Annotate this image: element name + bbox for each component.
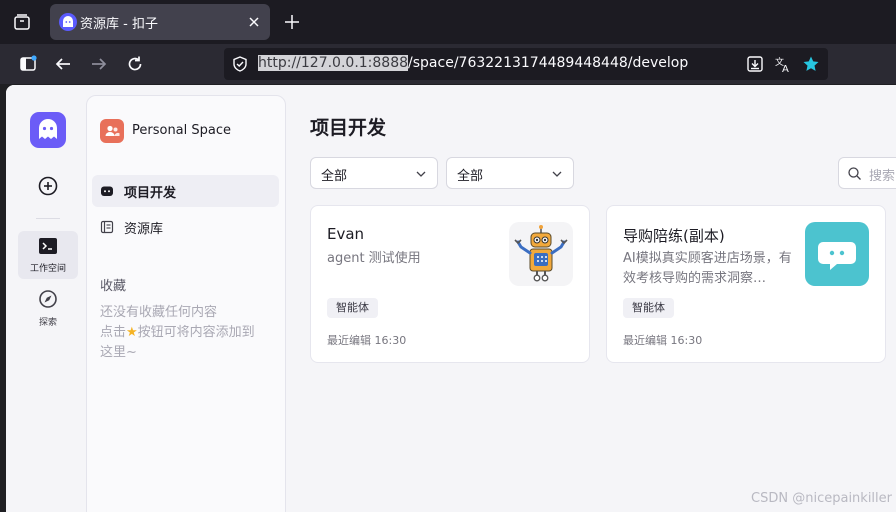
terminal-folder-icon bbox=[39, 238, 57, 254]
type-filter-value: 全部 bbox=[321, 169, 348, 184]
favorites-empty-line1: 还没有收藏任何内容 bbox=[100, 305, 218, 320]
favorites-empty-prefix: 点击 bbox=[100, 325, 127, 340]
compass-icon bbox=[39, 290, 57, 308]
download-page-icon[interactable] bbox=[746, 55, 764, 73]
create-plus-icon[interactable] bbox=[36, 174, 60, 198]
browser-tab-active[interactable]: 资源库 - 扣子 bbox=[50, 4, 270, 40]
robot-icon bbox=[509, 222, 573, 286]
bookmark-star-icon[interactable] bbox=[802, 55, 820, 73]
address-bar[interactable]: http://127.0.0.1:8888/space/763221317448… bbox=[224, 48, 828, 80]
shield-icon[interactable] bbox=[231, 55, 249, 73]
watermark-text: CSDN @nicepainkiller bbox=[751, 491, 892, 506]
chevron-down-icon bbox=[416, 171, 426, 177]
last-edited-text: 最近编辑 16:30 bbox=[623, 334, 703, 347]
browser-navigation-bar: http://127.0.0.1:8888/space/763221317448… bbox=[0, 44, 896, 84]
close-tab-icon[interactable] bbox=[244, 12, 264, 32]
nav-workspace-label: 工作空间 bbox=[29, 264, 66, 274]
project-card[interactable]: Evan agent 测试使用 智能体 最近编辑 16:30 bbox=[310, 205, 590, 363]
star-icon: ★ bbox=[126, 325, 138, 340]
coze-favicon-icon bbox=[59, 13, 77, 31]
nav-workspace[interactable]: 工作空间 bbox=[18, 231, 78, 279]
global-nav-rail: 工作空间 探索 bbox=[6, 85, 86, 512]
nav-explore[interactable]: 探索 bbox=[18, 287, 78, 331]
browser-tab-strip: 资源库 - 扣子 bbox=[0, 0, 896, 44]
personal-space-avatar-icon bbox=[100, 119, 124, 143]
menu-label: 项目开发 bbox=[124, 186, 177, 201]
favorites-empty-line3: 这里~ bbox=[100, 345, 137, 360]
favorites-empty-line2: 点击★按钮可将内容添加到 bbox=[100, 323, 282, 343]
tab-overview-icon[interactable] bbox=[12, 12, 32, 32]
bot-icon bbox=[101, 186, 113, 196]
nav-explore-label: 探索 bbox=[38, 318, 57, 328]
chevron-down-icon bbox=[552, 171, 562, 177]
sidebar-toggle-icon[interactable] bbox=[18, 54, 38, 74]
back-arrow-icon[interactable] bbox=[53, 54, 73, 74]
project-develop-main: 项目开发 全部 全部 搜索 Evan agent 测试使用 智能体 最近编辑 1… bbox=[286, 85, 896, 512]
project-card-title: 导购陪练(副本) bbox=[623, 227, 725, 245]
search-placeholder: 搜索 bbox=[869, 169, 896, 184]
project-card[interactable]: 导购陪练(副本) AI模拟真实顾客进店场景，有效考核导购的需求洞察… 智能体 最… bbox=[606, 205, 886, 363]
translate-icon[interactable]: 文 A bbox=[774, 55, 792, 73]
space-switcher[interactable]: Personal Space bbox=[132, 123, 231, 138]
project-card-description: AI模拟真实顾客进店场景，有效考核导购的需求洞察… bbox=[623, 251, 792, 286]
new-tab-icon[interactable] bbox=[282, 12, 302, 32]
coze-app: 工作空间 探索 Personal Space 项目开发 资源库 收藏 还没有收藏… bbox=[6, 85, 896, 512]
project-card-description: agent 测试使用 bbox=[327, 251, 421, 266]
last-edited-text: 最近编辑 16:30 bbox=[327, 334, 407, 347]
url-path: /space/7632213174489448448/develop bbox=[408, 55, 689, 71]
menu-item-library[interactable]: 资源库 bbox=[92, 211, 279, 243]
favorites-empty-suffix: 按钮可将内容添加到 bbox=[137, 325, 255, 340]
rail-divider bbox=[36, 218, 60, 219]
library-icon bbox=[100, 220, 114, 234]
chat-bubble-icon bbox=[805, 222, 869, 286]
url-text[interactable]: http://127.0.0.1:8888/space/763221317448… bbox=[258, 55, 688, 71]
type-filter-select[interactable]: 全部 bbox=[310, 157, 438, 189]
menu-item-project-develop[interactable]: 项目开发 bbox=[92, 175, 279, 207]
reload-icon[interactable] bbox=[125, 54, 145, 74]
favorites-empty-text: 还没有收藏任何内容 点击★按钮可将内容添加到 这里~ bbox=[100, 303, 282, 363]
space-sidebar: Personal Space 项目开发 资源库 收藏 还没有收藏任何内容 点击★… bbox=[86, 95, 286, 512]
search-icon bbox=[848, 167, 861, 180]
coze-logo-icon[interactable] bbox=[30, 112, 66, 148]
page-title: 项目开发 bbox=[310, 117, 387, 139]
tab-title: 资源库 - 扣子 bbox=[80, 17, 158, 32]
url-host: http://127.0.0.1:8888 bbox=[258, 55, 409, 71]
search-input[interactable]: 搜索 bbox=[838, 157, 896, 189]
agent-type-badge: 智能体 bbox=[327, 298, 378, 318]
favorites-heading: 收藏 bbox=[100, 279, 127, 294]
agent-type-badge: 智能体 bbox=[623, 298, 674, 318]
forward-arrow-icon[interactable] bbox=[89, 54, 109, 74]
status-filter-value: 全部 bbox=[457, 169, 484, 184]
svg-text:A: A bbox=[782, 64, 789, 73]
status-filter-select[interactable]: 全部 bbox=[446, 157, 574, 189]
menu-label: 资源库 bbox=[124, 222, 164, 237]
project-card-title: Evan bbox=[327, 225, 365, 243]
